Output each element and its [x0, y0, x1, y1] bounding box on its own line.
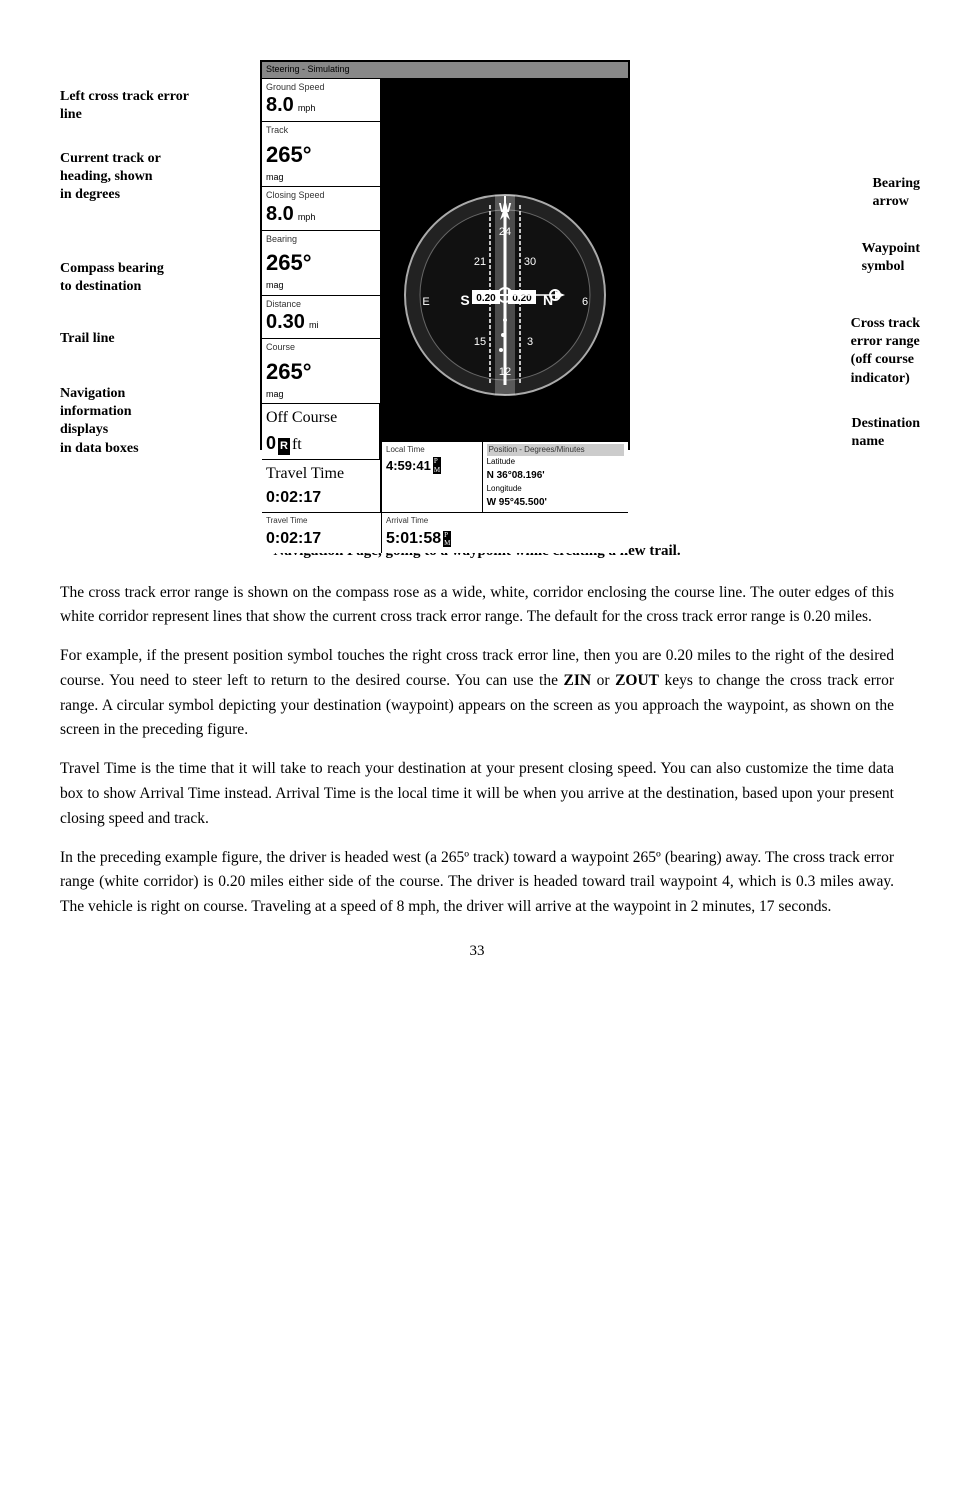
latitude-label: Latitude — [487, 456, 624, 468]
svg-text:3: 3 — [527, 336, 533, 348]
svg-text:15: 15 — [474, 336, 486, 348]
course-value: 265° — [266, 359, 312, 384]
paragraph-3: Travel Time is the time that it will tak… — [60, 757, 894, 831]
distance-label: Distance — [266, 298, 376, 312]
paragraph-1: The cross track error range is shown on … — [60, 581, 894, 631]
track-unit: mag — [266, 171, 376, 185]
gps-device: Steering - Simulating Ground Speed 8.0 m… — [260, 60, 630, 450]
zin-text: ZIN — [564, 672, 592, 689]
arrival-time-pm: PM — [443, 531, 451, 548]
course-box: Course 265° mag — [262, 339, 380, 404]
svg-text:0.20: 0.20 — [476, 293, 496, 304]
label-nav-info: Navigationinformationdisplaysin data box… — [60, 385, 139, 458]
ground-speed-unit: mph — [298, 103, 316, 113]
off-course-label: Off Course — [266, 406, 375, 430]
ground-speed-box: Ground Speed 8.0 mph — [262, 79, 380, 123]
bottom-data-row: Local Time 4:59:41 PM Position - Degrees… — [382, 441, 628, 512]
travel-time-label: Travel Time — [266, 462, 376, 486]
distance-box: Distance 0.30 mi — [262, 296, 380, 340]
closing-speed-value: 8.0 — [266, 203, 294, 225]
label-compass-bearing: Compass bearingto destination — [60, 260, 164, 296]
bearing-unit: mag — [266, 279, 376, 293]
closing-speed-label: Closing Speed — [266, 189, 376, 203]
travel-time-box: Travel Time 0:02:17 — [262, 460, 380, 512]
ground-speed-value: 8.0 — [266, 94, 294, 116]
travel-arrival-row: Travel Time 0:02:17 Arrival Time 5:01:58… — [262, 512, 628, 553]
label-waypoint-symbol: Waypointsymbol — [862, 240, 920, 276]
local-time-label: Local Time — [386, 444, 478, 456]
position-box: Position - Degrees/Minutes Latitude N 36… — [483, 442, 628, 512]
latitude-value: N 36°08.196' — [487, 468, 624, 483]
bearing-value: 265° — [266, 250, 312, 275]
svg-text:30: 30 — [524, 256, 536, 268]
travel-time-bottom-value: 0:02:17 — [266, 530, 321, 547]
svg-text:E: E — [422, 296, 429, 308]
svg-text:S: S — [460, 292, 469, 308]
distance-unit: mi — [309, 320, 319, 330]
svg-text:21: 21 — [474, 256, 486, 268]
track-value: 265° — [266, 142, 312, 167]
course-label: Course — [266, 341, 376, 355]
data-column: Ground Speed 8.0 mph Track 265° mag Clos… — [262, 79, 382, 513]
label-current-track: Current track orheading, shownin degrees — [60, 150, 161, 205]
travel-time-bottom-label: Travel Time — [266, 515, 377, 527]
off-course-value: 0 — [266, 430, 276, 457]
track-box: Track 265° mag — [262, 122, 380, 187]
course-unit: mag — [266, 388, 376, 402]
position-label: Position - Degrees/Minutes — [487, 444, 624, 456]
off-course-r: R — [278, 438, 290, 455]
local-time-box: Local Time 4:59:41 PM — [382, 442, 483, 512]
travel-time-bottom-box: Travel Time 0:02:17 — [262, 513, 382, 553]
zout-text: ZOUT — [615, 672, 659, 689]
device-subheader: Steering - Simulating — [262, 62, 628, 79]
compass-area: W 24 21 S 15 12 3 N 30 6 E — [382, 79, 628, 513]
page-number: 33 — [60, 940, 894, 963]
off-course-travel-row: Off Course 0 R ft — [262, 404, 380, 460]
travel-time-value: 0:02:17 — [266, 489, 321, 506]
arrival-time-label: Arrival Time — [386, 515, 624, 527]
svg-text:6: 6 — [582, 296, 588, 308]
label-destination-name: Destinationname — [852, 415, 920, 451]
closing-speed-unit: mph — [298, 212, 316, 222]
label-trail-line: Trail line — [60, 330, 115, 348]
off-course-box: Off Course 0 R ft — [262, 404, 380, 459]
label-left-cross-track: Left cross track error line — [60, 88, 190, 124]
paragraph-2: For example, if the present position sym… — [60, 644, 894, 743]
local-time-value: 4:59:41 — [386, 456, 431, 476]
diagram-area: Left cross track error line Current trac… — [60, 30, 920, 530]
label-cross-track: Cross trackerror range(off courseindicat… — [851, 315, 920, 388]
distance-value: 0.30 — [266, 311, 305, 333]
ground-speed-label: Ground Speed — [266, 81, 376, 95]
longitude-value: W 95°45.500' — [487, 495, 624, 510]
label-bearing-arrow: Bearingarrow — [873, 175, 920, 211]
bearing-label: Bearing — [266, 233, 376, 247]
arrival-time-box: Arrival Time 5:01:58 PM — [382, 513, 628, 553]
compass-svg: W 24 21 S 15 12 3 N 30 6 E — [400, 190, 610, 400]
closing-speed-box: Closing Speed 8.0 mph — [262, 187, 380, 231]
local-time-pm: PM — [433, 457, 441, 474]
paragraph-4: In the preceding example figure, the dri… — [60, 846, 894, 920]
arrival-time-value: 5:01:58 — [386, 527, 441, 551]
off-course-unit: ft — [292, 433, 302, 457]
longitude-label: Longitude — [487, 483, 624, 495]
track-label: Track — [266, 124, 376, 138]
bearing-box: Bearing 265° mag — [262, 231, 380, 296]
